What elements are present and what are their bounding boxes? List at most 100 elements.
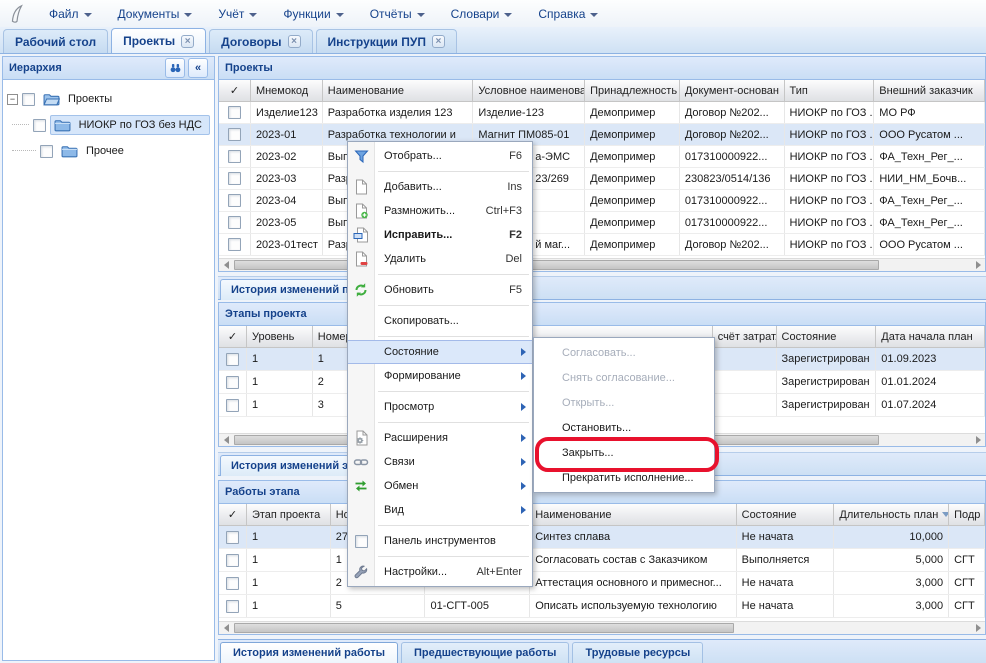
column-header-customer[interactable]: Внешний заказчик: [874, 80, 985, 101]
row-checkbox[interactable]: [226, 577, 239, 590]
table-row[interactable]: Изделие123 Разработка изделия 123 Издели…: [219, 102, 985, 124]
row-checkbox[interactable]: [226, 353, 239, 366]
menu-item-extensions[interactable]: Расширения: [348, 426, 532, 450]
tab-preceding-works[interactable]: Предшествующие работы: [401, 642, 569, 663]
menu-reports[interactable]: Отчёты: [357, 0, 438, 27]
menu-item-settings[interactable]: Настройки...Alt+Enter: [348, 560, 532, 584]
tab-projects[interactable]: Проекты×: [111, 28, 206, 53]
scrollbar-thumb[interactable]: [234, 260, 879, 270]
column-header-state[interactable]: Состояние: [737, 504, 835, 525]
row-checkbox[interactable]: [226, 554, 239, 567]
horizontal-scrollbar[interactable]: [219, 258, 985, 271]
row-checkbox[interactable]: [226, 399, 239, 412]
row-checkbox[interactable]: [226, 600, 239, 613]
cell: Изделие123: [251, 102, 323, 123]
table-row-selected[interactable]: 2023-01 Разработка технологии и Магнит П…: [219, 124, 985, 146]
close-icon[interactable]: ×: [288, 35, 301, 48]
scroll-left-icon[interactable]: [219, 622, 233, 634]
menu-item-exchange[interactable]: Обмен: [348, 474, 532, 498]
tab-contracts[interactable]: Договоры×: [209, 29, 312, 53]
column-header-name[interactable]: Наименование: [530, 504, 736, 525]
collapse-panel-icon[interactable]: «: [188, 58, 208, 78]
menu-item-add[interactable]: Добавить...Ins: [348, 175, 532, 199]
menu-item-toolbar[interactable]: Панель инструментов: [348, 529, 532, 553]
scroll-right-icon[interactable]: [971, 434, 985, 446]
menu-item-view[interactable]: Вид: [348, 498, 532, 522]
table-row[interactable]: 1 2 Аттестация основного и примесног... …: [219, 572, 985, 595]
row-checkbox[interactable]: [228, 106, 241, 119]
menu-item-state[interactable]: Состояние: [348, 340, 532, 364]
cell: 1: [247, 549, 331, 571]
menu-item-filter[interactable]: Отобрать...F6: [348, 144, 532, 168]
tree-node-projects[interactable]: − Проекты: [7, 86, 210, 112]
close-icon[interactable]: ×: [432, 35, 445, 48]
row-checkbox[interactable]: [228, 128, 241, 141]
menu-help[interactable]: Справка: [525, 0, 611, 27]
column-header-project-stage[interactable]: Этап проекта: [247, 504, 331, 525]
row-checkbox[interactable]: [228, 216, 241, 229]
tree-checkbox[interactable]: [22, 93, 35, 106]
collapse-node-icon[interactable]: −: [7, 94, 18, 105]
menu-item-delete[interactable]: УдалитьDel: [348, 247, 532, 271]
select-all-column-header[interactable]: ✓: [219, 326, 247, 347]
tab-stage-history[interactable]: История изменений э: [220, 455, 352, 476]
tab-project-history[interactable]: История изменений п: [220, 279, 352, 300]
scroll-left-icon[interactable]: [219, 434, 233, 446]
table-row[interactable]: 2023-02 Вып а-ЭМС Демопример 01731000092…: [219, 146, 985, 168]
menu-item-links[interactable]: Связи: [348, 450, 532, 474]
column-header-type[interactable]: Тип: [785, 80, 875, 101]
menu-item-refresh[interactable]: ОбновитьF5: [348, 278, 532, 302]
column-header-plan-start[interactable]: Дата начала план: [876, 326, 985, 347]
scroll-right-icon[interactable]: [971, 259, 985, 271]
table-row[interactable]: 2023-05 Вып Демопример 017310000922... Н…: [219, 212, 985, 234]
column-header-level[interactable]: Уровень: [247, 326, 313, 347]
tree-node-niokr[interactable]: НИОКР по ГОЗ без НДС: [7, 112, 210, 138]
row-checkbox[interactable]: [228, 238, 241, 251]
tree-node-other[interactable]: Прочее: [7, 138, 210, 164]
table-row[interactable]: 1 1 Согласовать состав с Заказчиком Выпо…: [219, 549, 985, 572]
close-icon[interactable]: ×: [181, 35, 194, 48]
row-checkbox[interactable]: [228, 150, 241, 163]
column-header-mnemocode[interactable]: Мнемокод: [251, 80, 323, 101]
row-checkbox[interactable]: [228, 172, 241, 185]
tree-checkbox[interactable]: [40, 145, 53, 158]
scrollbar-thumb[interactable]: [234, 623, 734, 633]
row-checkbox[interactable]: [226, 531, 239, 544]
column-header-codename[interactable]: Условное наименова: [473, 80, 585, 101]
tab-work-history[interactable]: История изменений работы: [220, 642, 398, 663]
menu-item-duplicate[interactable]: Размножить...Ctrl+F3: [348, 199, 532, 223]
table-row[interactable]: 2023-04 Вып Демопример 017310000922... Н…: [219, 190, 985, 212]
tab-instructions[interactable]: Инструкции ПУП×: [316, 29, 457, 53]
menu-item-copy[interactable]: Скопировать...: [348, 309, 532, 333]
menu-file[interactable]: Файл: [36, 0, 105, 27]
horizontal-scrollbar[interactable]: [219, 621, 985, 634]
menu-dictionaries[interactable]: Словари: [438, 0, 526, 27]
menu-item-edit[interactable]: Исправить...F2: [348, 223, 532, 247]
menu-accounting[interactable]: Учёт: [205, 0, 270, 27]
table-row[interactable]: 2023-03 Разр 23/269 Демопример 230823/05…: [219, 168, 985, 190]
tree-checkbox[interactable]: [33, 119, 46, 132]
menu-functions[interactable]: Функции: [270, 0, 356, 27]
tab-labor-resources[interactable]: Трудовые ресурсы: [572, 642, 703, 663]
menu-documents[interactable]: Документы: [105, 0, 206, 27]
select-all-column-header[interactable]: ✓: [219, 80, 251, 101]
column-header-cost-account[interactable]: счёт затрат.: [713, 326, 777, 347]
row-checkbox[interactable]: [228, 194, 241, 207]
scroll-left-icon[interactable]: [219, 259, 233, 271]
column-header-duration[interactable]: Длительность план: [834, 504, 949, 525]
scroll-right-icon[interactable]: [971, 622, 985, 634]
menu-item-view-mode[interactable]: Просмотр: [348, 395, 532, 419]
select-all-column-header[interactable]: ✓: [219, 504, 247, 525]
tab-desktop[interactable]: Рабочий стол: [3, 29, 108, 53]
column-header-name[interactable]: Наименование: [323, 80, 474, 101]
table-row[interactable]: 1 5 01-СГТ-005 Описать используемую техн…: [219, 595, 985, 618]
column-header-subdivision[interactable]: Подр: [949, 504, 985, 525]
column-header-document[interactable]: Документ-основан: [680, 80, 785, 101]
row-checkbox[interactable]: [226, 376, 239, 389]
column-header-belonging[interactable]: Принадлежность: [585, 80, 680, 101]
table-row[interactable]: 2023-01тест Разр й маг... Демопример Дог…: [219, 234, 985, 256]
column-header-state[interactable]: Состояние: [777, 326, 877, 347]
table-row-selected[interactable]: 1 27 Синтез сплава Не начата 10,000: [219, 526, 985, 549]
menu-item-formation[interactable]: Формирование: [348, 364, 532, 388]
search-icon[interactable]: [165, 58, 185, 78]
